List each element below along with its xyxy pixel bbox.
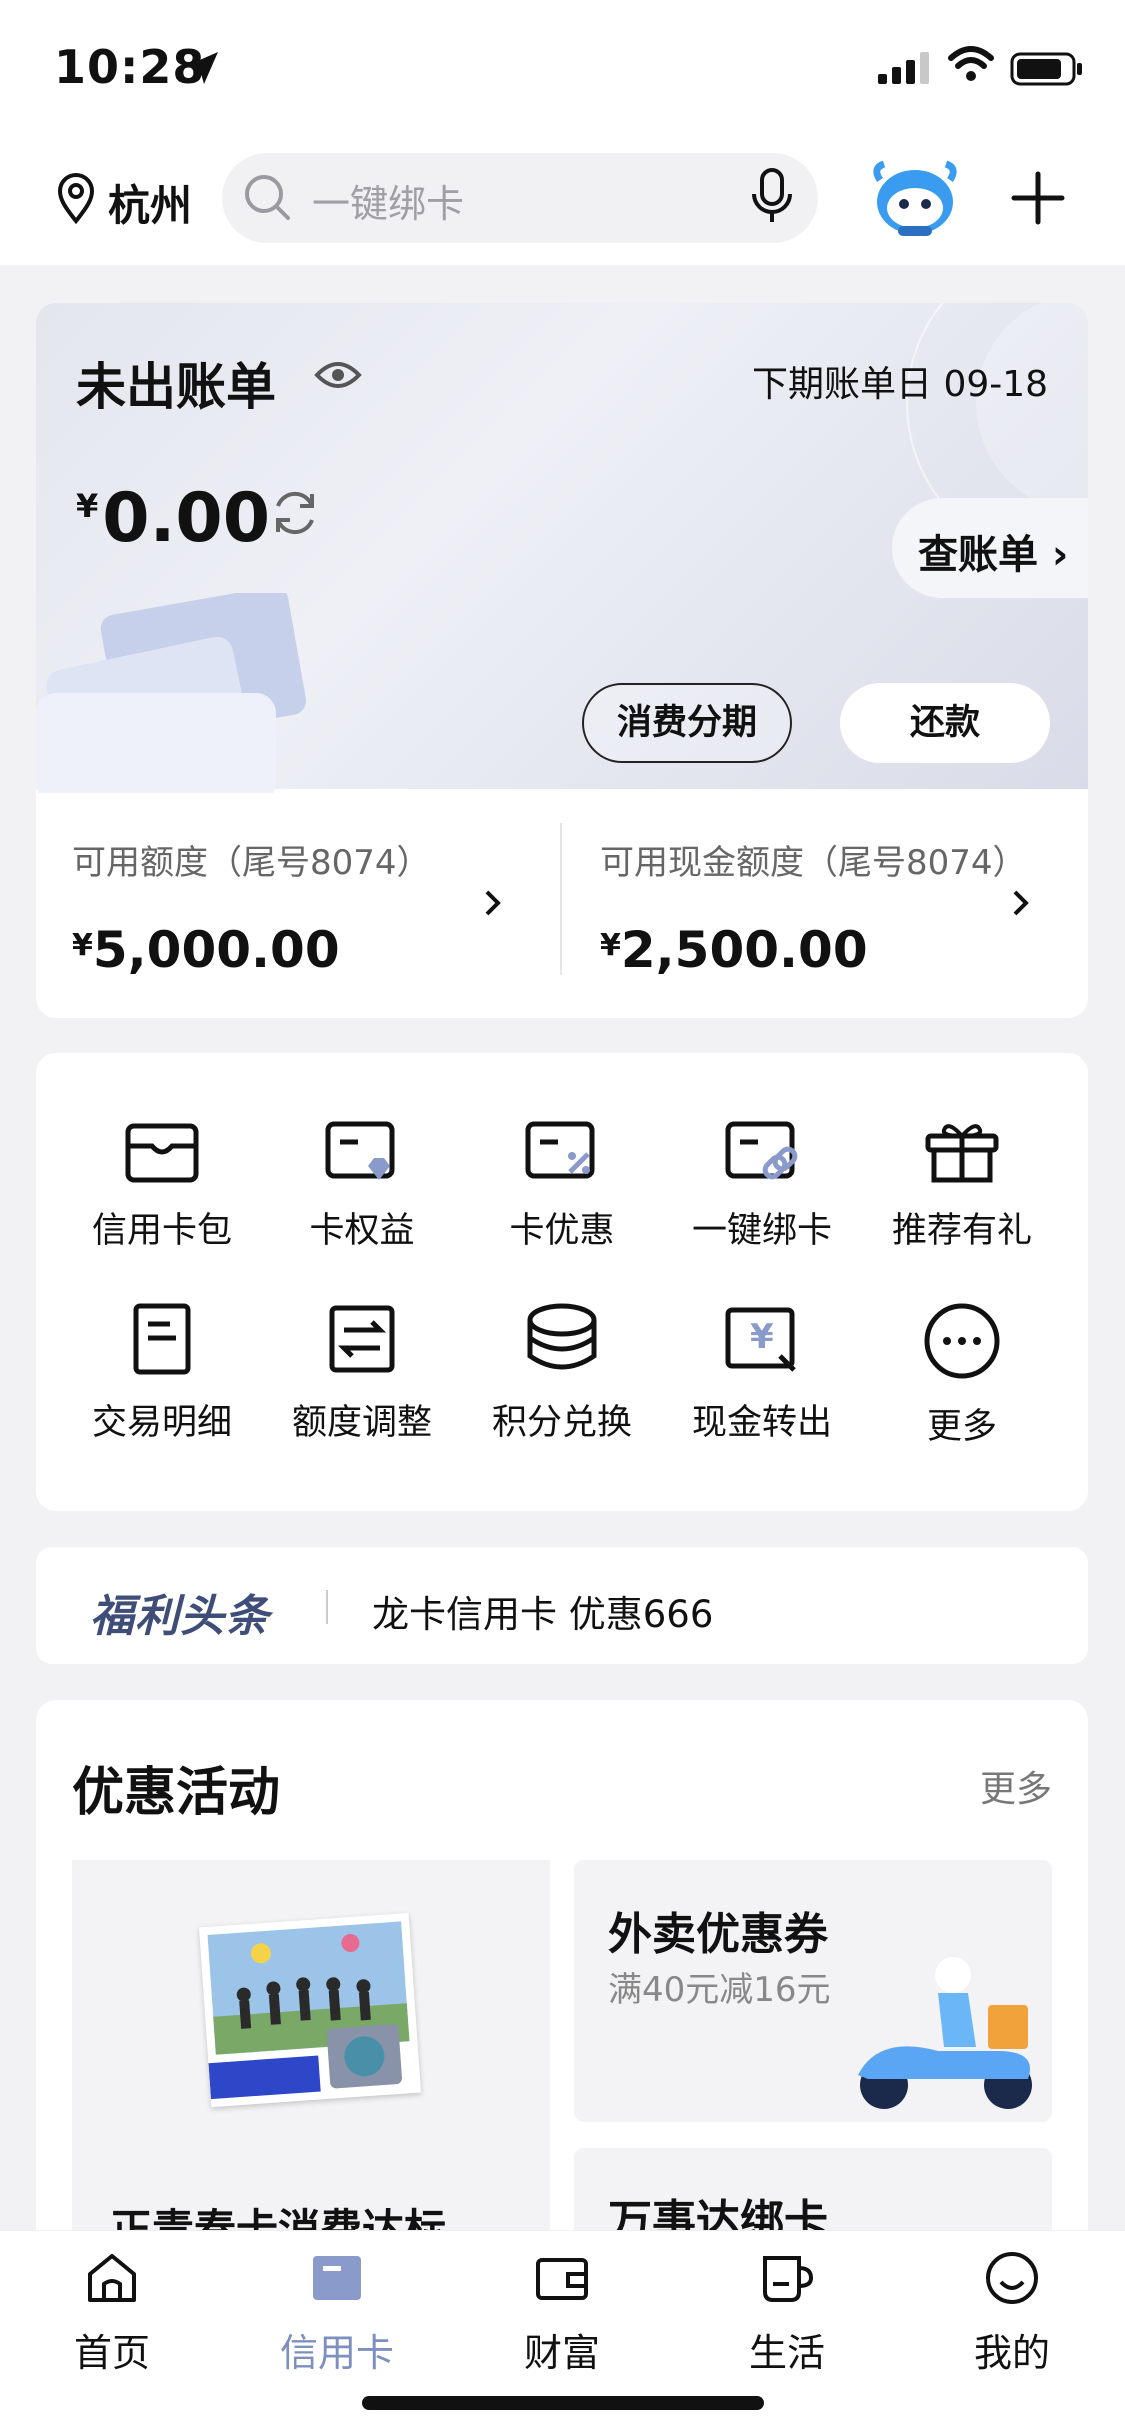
promo-takeout-title: 外卖优惠券 — [608, 1909, 828, 1960]
available-credit-label[interactable]: 可用额度（尾号8074） — [72, 835, 431, 884]
cup-icon — [763, 2256, 814, 2302]
next-bill-date: 下期账单日 09-18 — [752, 355, 1048, 407]
card-wallet-icon — [125, 1123, 199, 1183]
grid-item-label: 现金转出 — [691, 1403, 832, 1443]
grid-item-label: 一键绑卡 — [691, 1211, 832, 1251]
signal-icon — [878, 52, 929, 84]
cash-credit-value[interactable]: ¥2,500.00 — [600, 921, 868, 979]
youth-card-illustration — [207, 1921, 410, 2100]
promotions-more-link[interactable]: 更多 — [980, 1760, 1052, 1812]
eye-icon[interactable] — [314, 359, 362, 391]
location-arrow-icon — [186, 52, 218, 84]
bill-amount-value: 0.00 — [102, 479, 271, 558]
tab-label: 生活 — [748, 2331, 825, 2375]
city-selector[interactable]: 杭州 — [108, 172, 192, 233]
grid-item-more[interactable]: 更多 — [862, 1302, 1062, 1449]
document-icon — [133, 1303, 191, 1375]
grid-item-label: 卡权益 — [309, 1211, 415, 1251]
bill-card: 未出账单 下期账单日 09-18 ¥0.00 查账单 › 消费分期 还款 可用额… — [36, 303, 1088, 1018]
cash-out-icon: ¥ — [725, 1307, 796, 1372]
grid-item-card-wallet[interactable]: 信用卡包 — [62, 1118, 262, 1253]
tab-label: 财富 — [523, 2331, 600, 2375]
cash-credit-label[interactable]: 可用现金额度（尾号8074） — [600, 835, 1027, 884]
headline-separator — [326, 1590, 328, 1624]
svg-text:¥: ¥ — [750, 1317, 774, 1357]
delivery-scooter-illustration — [858, 1957, 1032, 2109]
bill-panel: 未出账单 下期账单日 09-18 ¥0.00 查账单 › 消费分期 还款 — [36, 303, 1088, 793]
microphone-icon[interactable] — [750, 168, 794, 224]
bill-title: 未出账单 — [76, 358, 276, 416]
youth-card-photo — [198, 1912, 422, 2108]
available-credit-value[interactable]: ¥5,000.00 — [72, 921, 340, 979]
headline-text[interactable]: 龙卡信用卡 优惠666 — [372, 1584, 713, 1638]
cards-illustration — [36, 593, 307, 793]
tab-wealth[interactable]: 财富 — [487, 2250, 637, 2377]
grid-item-label: 交易明细 — [91, 1403, 232, 1443]
currency-symbol: ¥ — [72, 928, 93, 963]
grid-item-limit-adjust[interactable]: 额度调整 — [262, 1302, 462, 1445]
search-icon — [245, 175, 290, 220]
chevron-right-icon[interactable] — [1010, 888, 1032, 918]
card-discount-icon — [525, 1121, 595, 1179]
tab-label: 我的 — [973, 2331, 1050, 2375]
coins-icon — [527, 1303, 597, 1370]
grid-item-label: 推荐有礼 — [891, 1211, 1032, 1251]
tab-life[interactable]: 生活 — [712, 2250, 862, 2377]
grid-item-card-link[interactable]: 一键绑卡 — [662, 1118, 862, 1253]
currency-symbol: ¥ — [600, 928, 621, 963]
refresh-icon[interactable] — [268, 486, 322, 540]
grid-item-cash-out[interactable]: ¥ 现金转出 — [662, 1302, 862, 1445]
grid-item-points[interactable]: 积分兑换 — [462, 1302, 662, 1445]
grid-item-label: 信用卡包 — [91, 1211, 232, 1251]
more-icon — [924, 1303, 1000, 1379]
quota-divider — [560, 823, 562, 975]
home-icon — [88, 2254, 136, 2302]
grid-item-label: 卡优惠 — [509, 1211, 615, 1251]
tab-mine[interactable]: 我的 — [937, 2250, 1087, 2377]
credit-card-icon — [313, 2256, 361, 2300]
tab-home[interactable]: 首页 — [37, 2250, 187, 2377]
cash-credit-amount: 2,500.00 — [620, 921, 868, 979]
promo-takeout-subtitle: 满40元减16元 — [608, 1970, 831, 2010]
grid-item-card-rights[interactable]: 卡权益 — [262, 1118, 462, 1253]
next-bill-label: 下期账单日 — [752, 364, 933, 405]
grid-item-card-discount[interactable]: 卡优惠 — [462, 1118, 662, 1253]
next-bill-value: 09-18 — [943, 364, 1049, 405]
check-bill-label: 查账单 — [918, 532, 1038, 578]
grid-item-referral-gift[interactable]: 推荐有礼 — [862, 1118, 1062, 1253]
location-pin-icon[interactable] — [56, 172, 96, 224]
card-link-icon — [725, 1121, 798, 1180]
headline-tag: 福利头条 — [90, 1591, 270, 1642]
tab-label: 首页 — [73, 2331, 150, 2375]
card-rights-icon — [325, 1121, 395, 1180]
search-placeholder: 一键绑卡 — [312, 182, 465, 226]
tab-label: 信用卡 — [279, 2331, 394, 2375]
chevron-right-icon[interactable] — [482, 888, 504, 918]
grid-item-label: 更多 — [926, 1407, 997, 1447]
grid-item-label: 额度调整 — [291, 1403, 432, 1443]
grid-item-transactions[interactable]: 交易明细 — [62, 1302, 262, 1445]
installment-button[interactable]: 消费分期 — [582, 683, 792, 763]
grid-item-label: 积分兑换 — [491, 1403, 632, 1443]
currency-symbol: ¥ — [76, 487, 99, 525]
wifi-icon — [948, 46, 994, 81]
smile-icon — [986, 2252, 1038, 2304]
battery-icon — [1010, 52, 1082, 86]
tab-credit-card[interactable]: 信用卡 — [262, 2250, 412, 2377]
add-icon[interactable] — [1010, 170, 1066, 226]
bill-amount: ¥0.00 — [76, 479, 270, 558]
adjust-icon — [329, 1305, 395, 1373]
gift-icon — [925, 1124, 999, 1183]
wallet-icon — [536, 2258, 588, 2300]
check-bill-button[interactable]: 查账单 › — [892, 498, 1088, 598]
home-indicator[interactable] — [362, 2396, 764, 2410]
promotions-title: 优惠活动 — [72, 1763, 281, 1823]
available-credit-amount: 5,000.00 — [92, 921, 340, 979]
repay-button[interactable]: 还款 — [840, 683, 1050, 763]
assistant-mascot-icon[interactable] — [870, 160, 960, 238]
